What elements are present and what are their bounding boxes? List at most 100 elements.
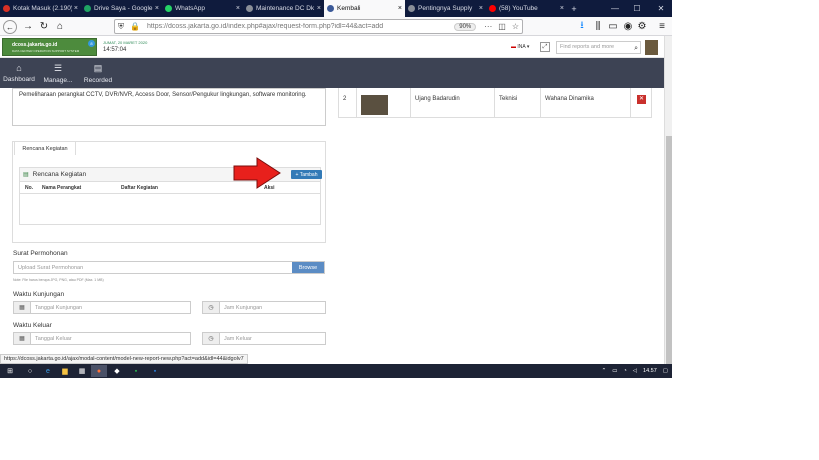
address-bar[interactable]: ⛨ 🔒 https://dcoss.jakarta.go.id/index.ph… (114, 19, 523, 34)
app-nav: ⌂ Dashboard ☰ Manage... ▤ Recorded (0, 58, 664, 88)
close-tab-icon[interactable]: × (479, 5, 483, 12)
new-tab-button[interactable]: + (567, 0, 581, 17)
nav-recorded[interactable]: ▤ Recorded (80, 58, 116, 88)
maximize-button[interactable]: ☐ (626, 0, 648, 17)
kunjungan-label: Waktu Kunjungan (13, 291, 65, 298)
browser-tab[interactable]: Kotak Masuk (2.190) × (0, 0, 81, 17)
jam-kunjungan-placeholder: Jam Kunjungan (224, 304, 263, 311)
browser-tab[interactable]: WhatsApp × (162, 0, 243, 17)
more-icon[interactable]: ··· (484, 22, 492, 31)
tanggal-kunjungan-placeholder: Tanggal Kunjungan (35, 304, 83, 311)
home-button[interactable]: ⌂ (52, 19, 68, 34)
add-kegiatan-button[interactable]: + Tambah (291, 170, 322, 179)
pocket-icon[interactable]: ◫ (498, 22, 506, 31)
tab-label: WhatsApp (175, 5, 205, 12)
jam-keluar-placeholder: Jam Keluar (224, 335, 252, 342)
close-tab-icon[interactable]: × (398, 5, 402, 12)
firefox-icon[interactable]: ● (91, 365, 107, 377)
notification-badge[interactable]: 8 (88, 40, 95, 47)
tray-time[interactable]: 14.57 (643, 368, 657, 374)
scrollbar-thumb[interactable] (666, 136, 672, 366)
visitor-no: 2 (339, 88, 357, 118)
nav-manage[interactable]: ☰ Manage... (40, 58, 76, 88)
tab-favicon-icon (489, 5, 496, 12)
surat-upload-field[interactable]: Upload Surat Permohonan Browse (13, 261, 325, 274)
library-icon[interactable]: ⫼ (590, 19, 606, 34)
screen: Kotak Masuk (2.190) × Drive Saya - Google ×… (0, 0, 672, 378)
surat-note: Note: File harus berupa JPG, PNG, atau P… (13, 278, 104, 282)
description-textarea[interactable]: Pemeliharaan perangkat CCTV, DVR/NVR, Ac… (12, 88, 326, 126)
network-icon[interactable]: ▭ (612, 368, 617, 374)
notification-icon[interactable]: ▢ (663, 368, 668, 374)
jam-kunjungan-field[interactable]: ◷ Jam Kunjungan (202, 301, 326, 314)
status-url: https://dcoss.jakarta.go.id/ajax/modal-c… (0, 354, 248, 364)
calculator-icon[interactable]: ▦ (74, 365, 90, 377)
close-tab-icon[interactable]: × (74, 5, 78, 12)
excel-icon[interactable]: ▪ (128, 365, 144, 377)
tab-label: Kembali (337, 5, 361, 12)
calendar-icon: ▦ (14, 302, 31, 313)
reload-button[interactable]: ↻ (36, 19, 52, 34)
volume-icon[interactable]: ◁ (633, 368, 637, 374)
search-input[interactable]: Find reports and more ⌕ (556, 41, 641, 54)
folder-icon[interactable]: ▆ (57, 365, 73, 377)
delete-visitor-button[interactable]: ✕ (637, 95, 646, 104)
close-tab-icon[interactable]: × (317, 5, 321, 12)
nav-dashboard[interactable]: ⌂ Dashboard (0, 58, 38, 88)
avatar[interactable] (645, 40, 658, 55)
fullscreen-icon[interactable]: ⤢ (540, 42, 550, 52)
close-tab-icon[interactable]: × (560, 5, 564, 12)
tab-favicon-icon (3, 5, 10, 12)
browser-tab[interactable]: Maintenance DC Dk × (243, 0, 324, 17)
tanggal-keluar-placeholder: Tanggal Keluar (35, 335, 72, 342)
system-tray: ⌃ ▭ ◔ ◁ 14.57 ▢ (596, 364, 668, 378)
shield-icon: ⛨ (118, 21, 124, 31)
menu-icon[interactable]: ≡ (654, 19, 670, 34)
extension-icon[interactable]: ⚙ (634, 19, 650, 34)
word-icon[interactable]: ▪ (147, 365, 163, 377)
start-icon[interactable]: ⊞ (2, 365, 18, 377)
tanggal-kunjungan-field[interactable]: ▦ Tanggal Kunjungan (13, 301, 191, 314)
annotation-arrow (233, 157, 281, 189)
bookmark-star-icon[interactable]: ☆ (512, 22, 519, 31)
search-icon[interactable]: ⌕ (634, 43, 638, 54)
tanggal-keluar-field[interactable]: ▦ Tanggal Keluar (13, 332, 191, 345)
clock-icon: ◷ (203, 333, 220, 344)
tab-label: Drive Saya - Google (94, 5, 153, 12)
tab-label: Kotak Masuk (2.190) (13, 5, 72, 12)
document-icon: ▤ (93, 62, 103, 73)
browse-button[interactable]: Browse (292, 262, 324, 273)
wifi-icon[interactable]: ◔ (623, 368, 626, 374)
browser-tab[interactable]: Drive Saya - Google × (81, 0, 162, 17)
keluar-label: Waktu Keluar (13, 322, 52, 329)
forward-button[interactable]: → (20, 19, 36, 34)
download-icon[interactable]: ⭳ (574, 19, 590, 34)
close-tab-icon[interactable]: × (155, 5, 159, 12)
browser-tab[interactable]: Kembali × (324, 0, 405, 17)
visitor-photo[interactable] (361, 95, 388, 115)
site-logo[interactable]: dcoss.jakarta.go.id DATA CENTER OPERATIO… (2, 38, 97, 56)
clock-icon: ◷ (203, 302, 220, 313)
language-selector[interactable]: ▬ INA ▾ (511, 44, 529, 50)
lock-icon: 🔒 (130, 22, 140, 31)
visitor-name: Ujang Badarudin (411, 88, 495, 118)
search-icon[interactable]: ○ (22, 365, 38, 377)
logo-subtitle: DATA CENTER OPERATION SUPPORT SYSTEM (12, 49, 80, 53)
browser-tab[interactable]: Pentingnya Supply × (405, 0, 486, 17)
tab-rencana-kegiatan[interactable]: Rencana Kegiatan (14, 141, 76, 155)
app-header: dcoss.jakarta.go.id DATA CENTER OPERATIO… (0, 36, 664, 58)
back-button[interactable]: ← (3, 20, 17, 34)
chevron-up-icon[interactable]: ⌃ (602, 368, 607, 374)
minimize-button[interactable]: — (604, 0, 626, 17)
current-time: 14:57:04 (103, 47, 127, 53)
app-icon[interactable]: ◆ (109, 365, 125, 377)
browser-tab[interactable]: (58) YouTube × (486, 0, 567, 17)
close-window-button[interactable]: ✕ (650, 0, 672, 17)
edge-icon[interactable]: e (40, 365, 56, 377)
zoom-level[interactable]: 90% (454, 22, 477, 31)
jam-keluar-field[interactable]: ◷ Jam Keluar (202, 332, 326, 345)
sidebar-icon[interactable]: ▭ (605, 19, 621, 34)
nav-label: Recorded (83, 76, 113, 84)
close-tab-icon[interactable]: × (236, 5, 240, 12)
page-scrollbar[interactable] (664, 36, 672, 366)
